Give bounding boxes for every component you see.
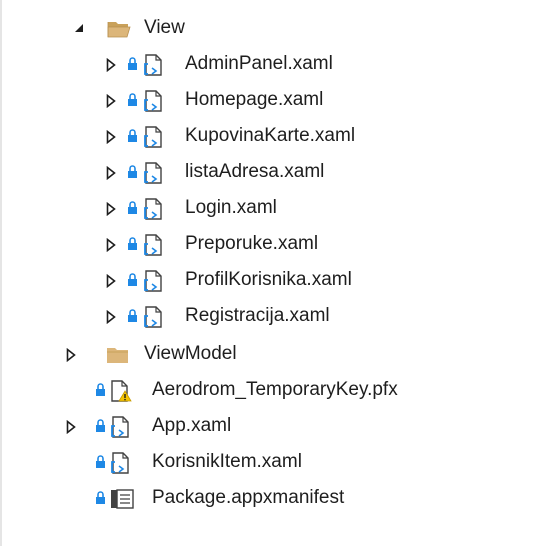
xaml-file-icon (143, 54, 163, 76)
tree-item-label: Package.appxmanifest (152, 487, 345, 508)
tree-item-preporuke-xaml[interactable]: Preporuke.xaml (0, 226, 552, 262)
tree-item-label: KorisnikItem.xaml (152, 451, 302, 472)
padlock-icon (127, 128, 138, 144)
xaml-file-icon (143, 126, 163, 148)
collapsed-triangle-icon[interactable] (106, 238, 116, 252)
padlock-icon (95, 490, 106, 506)
xaml-file-icon (143, 162, 163, 184)
tree-item-app-xaml[interactable]: App.xaml (0, 408, 552, 444)
expanded-triangle-icon[interactable] (74, 23, 84, 37)
xaml-file-icon (143, 306, 163, 328)
xaml-file-icon (110, 416, 130, 438)
tree-item-label: AdminPanel.xaml (185, 53, 333, 74)
tree-item-homepage-xaml[interactable]: Homepage.xaml (0, 82, 552, 118)
warning-file-icon (110, 380, 132, 402)
tree-item-label: View (144, 17, 185, 38)
folder-open-icon (107, 19, 131, 39)
padlock-icon (95, 418, 106, 434)
padlock-icon (95, 454, 106, 470)
tree-item-registracija-xaml[interactable]: Registracija.xaml (0, 298, 552, 334)
tree-item-adminpanel-xaml[interactable]: AdminPanel.xaml (0, 46, 552, 82)
padlock-icon (127, 236, 138, 252)
tree-item-login-xaml[interactable]: Login.xaml (0, 190, 552, 226)
collapsed-triangle-icon[interactable] (106, 310, 116, 324)
tree-item-label: KupovinaKarte.xaml (185, 125, 356, 146)
tree-item-label: Homepage.xaml (185, 89, 324, 110)
padlock-icon (95, 382, 106, 398)
collapsed-triangle-icon[interactable] (106, 274, 116, 288)
tree-item-package-appxmanifest[interactable]: Package.appxmanifest (0, 480, 552, 516)
collapsed-triangle-icon[interactable] (106, 130, 116, 144)
xaml-file-icon (110, 452, 130, 474)
xaml-file-icon (143, 90, 163, 112)
tree-item-label: Preporuke.xaml (185, 233, 319, 254)
padlock-icon (127, 200, 138, 216)
xaml-file-icon (143, 198, 163, 220)
padlock-icon (127, 272, 138, 288)
collapsed-triangle-icon[interactable] (66, 420, 76, 434)
folder-icon (106, 345, 130, 365)
xaml-file-icon (143, 234, 163, 256)
padlock-icon (127, 164, 138, 180)
tree-item-listaadresa-xaml[interactable]: listaAdresa.xaml (0, 154, 552, 190)
padlock-icon (127, 308, 138, 324)
tree-item-korisnikitem-xaml[interactable]: KorisnikItem.xaml (0, 444, 552, 480)
tree-item-temporarykey-pfx[interactable]: Aerodrom_TemporaryKey.pfx (0, 372, 552, 408)
collapsed-triangle-icon[interactable] (106, 202, 116, 216)
tree-item-label: ProfilKorisnika.xaml (185, 269, 352, 290)
collapsed-triangle-icon[interactable] (106, 58, 116, 72)
tree-item-viewmodel-folder[interactable]: ViewModel (0, 336, 552, 372)
manifest-file-icon (110, 488, 134, 510)
padlock-icon (127, 56, 138, 72)
collapsed-triangle-icon[interactable] (106, 94, 116, 108)
tree-item-profilkorisnika-xaml[interactable]: ProfilKorisnika.xaml (0, 262, 552, 298)
collapsed-triangle-icon[interactable] (66, 348, 76, 362)
tree-item-label: Login.xaml (185, 197, 277, 218)
tree-item-label: ViewModel (144, 343, 237, 364)
tree-item-label: listaAdresa.xaml (185, 161, 325, 182)
tree-item-label: App.xaml (152, 415, 232, 436)
padlock-icon (127, 92, 138, 108)
tree-item-kupovinakarte-xaml[interactable]: KupovinaKarte.xaml (0, 118, 552, 154)
tree-item-label: Registracija.xaml (185, 305, 330, 326)
collapsed-triangle-icon[interactable] (106, 166, 116, 180)
xaml-file-icon (143, 270, 163, 292)
tree-item-view-folder[interactable]: View (0, 10, 552, 46)
tree-item-label: Aerodrom_TemporaryKey.pfx (152, 379, 398, 400)
